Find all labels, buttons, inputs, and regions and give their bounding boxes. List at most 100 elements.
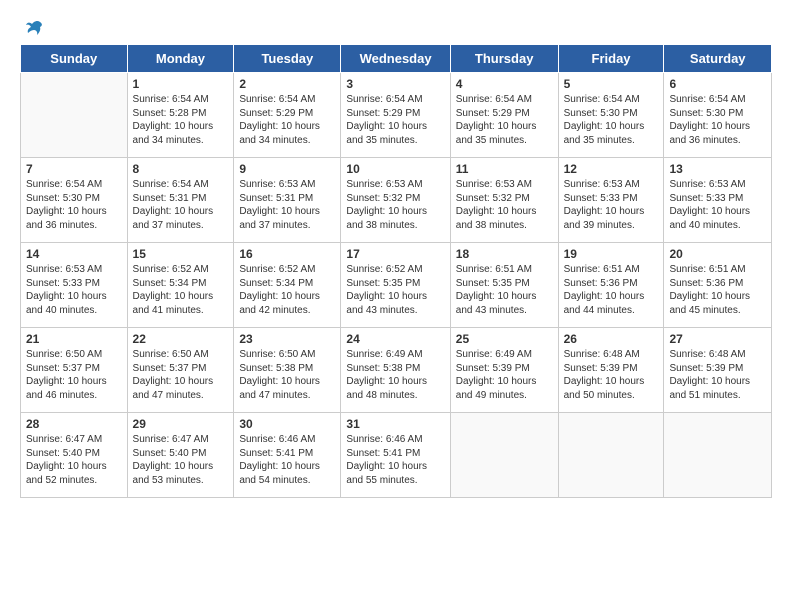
day-info: Sunrise: 6:53 AMSunset: 5:33 PMDaylight:… xyxy=(669,178,766,232)
calendar-header-sunday: Sunday xyxy=(21,45,128,73)
calendar-week-5: 28 Sunrise: 6:47 AMSunset: 5:40 PMDayligh… xyxy=(21,413,772,498)
day-info: Sunrise: 6:50 AMSunset: 5:37 PMDaylight:… xyxy=(26,348,122,402)
day-number: 11 xyxy=(456,162,553,176)
day-info: Sunrise: 6:54 AMSunset: 5:30 PMDaylight:… xyxy=(564,93,659,147)
day-info: Sunrise: 6:50 AMSunset: 5:38 PMDaylight:… xyxy=(239,348,335,402)
day-info: Sunrise: 6:49 AMSunset: 5:39 PMDaylight:… xyxy=(456,348,553,402)
calendar-cell: 27 Sunrise: 6:48 AMSunset: 5:39 PMDayligh… xyxy=(664,328,772,413)
day-info: Sunrise: 6:54 AMSunset: 5:30 PMDaylight:… xyxy=(26,178,122,232)
day-number: 28 xyxy=(26,417,122,431)
calendar-body: 1 Sunrise: 6:54 AMSunset: 5:28 PMDaylight… xyxy=(21,73,772,498)
calendar-header-wednesday: Wednesday xyxy=(341,45,450,73)
calendar-cell: 19Sunrise: 6:51 AMSunset: 5:36 PMDayligh… xyxy=(558,243,664,328)
day-info: Sunrise: 6:49 AMSunset: 5:38 PMDaylight:… xyxy=(346,348,444,402)
day-number: 7 xyxy=(26,162,122,176)
page-container: SundayMondayTuesdayWednesdayThursdayFrid… xyxy=(0,0,792,508)
day-info: Sunrise: 6:54 AMSunset: 5:29 PMDaylight:… xyxy=(239,93,335,147)
day-info: Sunrise: 6:51 AMSunset: 5:36 PMDaylight:… xyxy=(669,263,766,317)
day-number: 23 xyxy=(239,332,335,346)
calendar-table: SundayMondayTuesdayWednesdayThursdayFrid… xyxy=(20,44,772,498)
day-number: 9 xyxy=(239,162,335,176)
day-number: 13 xyxy=(669,162,766,176)
day-info: Sunrise: 6:53 AMSunset: 5:32 PMDaylight:… xyxy=(456,178,553,232)
calendar-cell: 28 Sunrise: 6:47 AMSunset: 5:40 PMDayligh… xyxy=(21,413,128,498)
calendar-cell: 25 Sunrise: 6:49 AMSunset: 5:39 PMDayligh… xyxy=(450,328,558,413)
day-info: Sunrise: 6:53 AMSunset: 5:31 PMDaylight:… xyxy=(239,178,335,232)
day-info: Sunrise: 6:46 AMSunset: 5:41 PMDaylight:… xyxy=(346,433,444,487)
calendar-cell: 23 Sunrise: 6:50 AMSunset: 5:38 PMDayligh… xyxy=(234,328,341,413)
day-info: Sunrise: 6:51 AMSunset: 5:35 PMDaylight:… xyxy=(456,263,553,317)
day-info: Sunrise: 6:48 AMSunset: 5:39 PMDaylight:… xyxy=(669,348,766,402)
calendar-cell: 4Sunrise: 6:54 AMSunset: 5:29 PMDaylight… xyxy=(450,73,558,158)
calendar-cell: 26 Sunrise: 6:48 AMSunset: 5:39 PMDayligh… xyxy=(558,328,664,413)
calendar-cell: 20 Sunrise: 6:51 AMSunset: 5:36 PMDayligh… xyxy=(664,243,772,328)
day-number: 3 xyxy=(346,77,444,91)
day-number: 24 xyxy=(346,332,444,346)
calendar-cell xyxy=(664,413,772,498)
day-info: Sunrise: 6:53 AMSunset: 5:32 PMDaylight:… xyxy=(346,178,444,232)
calendar-cell: 2 Sunrise: 6:54 AMSunset: 5:29 PMDaylight… xyxy=(234,73,341,158)
calendar-cell: 9 Sunrise: 6:53 AMSunset: 5:31 PMDaylight… xyxy=(234,158,341,243)
day-info: Sunrise: 6:47 AMSunset: 5:40 PMDaylight:… xyxy=(133,433,229,487)
calendar-cell: 11 Sunrise: 6:53 AMSunset: 5:32 PMDayligh… xyxy=(450,158,558,243)
day-info: Sunrise: 6:54 AMSunset: 5:28 PMDaylight:… xyxy=(133,93,229,147)
day-number: 29 xyxy=(133,417,229,431)
calendar-cell: 21 Sunrise: 6:50 AMSunset: 5:37 PMDayligh… xyxy=(21,328,128,413)
calendar-cell xyxy=(21,73,128,158)
day-info: Sunrise: 6:54 AMSunset: 5:30 PMDaylight:… xyxy=(669,93,766,147)
day-info: Sunrise: 6:52 AMSunset: 5:34 PMDaylight:… xyxy=(239,263,335,317)
day-number: 2 xyxy=(239,77,335,91)
calendar-cell: 18 Sunrise: 6:51 AMSunset: 5:35 PMDayligh… xyxy=(450,243,558,328)
calendar-header-saturday: Saturday xyxy=(664,45,772,73)
day-number: 14 xyxy=(26,247,122,261)
day-number: 20 xyxy=(669,247,766,261)
logo-bird-icon xyxy=(22,18,44,40)
day-number: 4 xyxy=(456,77,553,91)
day-number: 27 xyxy=(669,332,766,346)
day-info: Sunrise: 6:48 AMSunset: 5:39 PMDaylight:… xyxy=(564,348,659,402)
calendar-cell xyxy=(558,413,664,498)
day-info: Sunrise: 6:46 AMSunset: 5:41 PMDaylight:… xyxy=(239,433,335,487)
day-number: 25 xyxy=(456,332,553,346)
calendar-cell: 15Sunrise: 6:52 AMSunset: 5:34 PMDayligh… xyxy=(127,243,234,328)
calendar-cell: 12 Sunrise: 6:53 AMSunset: 5:33 PMDayligh… xyxy=(558,158,664,243)
calendar-week-1: 1 Sunrise: 6:54 AMSunset: 5:28 PMDaylight… xyxy=(21,73,772,158)
day-info: Sunrise: 6:47 AMSunset: 5:40 PMDaylight:… xyxy=(26,433,122,487)
day-number: 31 xyxy=(346,417,444,431)
calendar-cell: 3 Sunrise: 6:54 AMSunset: 5:29 PMDaylight… xyxy=(341,73,450,158)
calendar-week-3: 14 Sunrise: 6:53 AMSunset: 5:33 PMDayligh… xyxy=(21,243,772,328)
calendar-header-tuesday: Tuesday xyxy=(234,45,341,73)
day-number: 5 xyxy=(564,77,659,91)
day-number: 6 xyxy=(669,77,766,91)
day-info: Sunrise: 6:53 AMSunset: 5:33 PMDaylight:… xyxy=(564,178,659,232)
day-number: 10 xyxy=(346,162,444,176)
calendar-cell: 7 Sunrise: 6:54 AMSunset: 5:30 PMDaylight… xyxy=(21,158,128,243)
day-info: Sunrise: 6:54 AMSunset: 5:31 PMDaylight:… xyxy=(133,178,229,232)
day-number: 12 xyxy=(564,162,659,176)
day-info: Sunrise: 6:50 AMSunset: 5:37 PMDaylight:… xyxy=(133,348,229,402)
day-number: 1 xyxy=(133,77,229,91)
day-info: Sunrise: 6:52 AMSunset: 5:34 PMDaylight:… xyxy=(133,263,229,317)
calendar-header-thursday: Thursday xyxy=(450,45,558,73)
day-number: 19 xyxy=(564,247,659,261)
calendar-cell: 30 Sunrise: 6:46 AMSunset: 5:41 PMDayligh… xyxy=(234,413,341,498)
day-number: 26 xyxy=(564,332,659,346)
logo xyxy=(20,20,44,36)
calendar-week-2: 7 Sunrise: 6:54 AMSunset: 5:30 PMDaylight… xyxy=(21,158,772,243)
day-number: 30 xyxy=(239,417,335,431)
day-info: Sunrise: 6:53 AMSunset: 5:33 PMDaylight:… xyxy=(26,263,122,317)
calendar-cell: 31 Sunrise: 6:46 AMSunset: 5:41 PMDayligh… xyxy=(341,413,450,498)
calendar-cell: 1 Sunrise: 6:54 AMSunset: 5:28 PMDaylight… xyxy=(127,73,234,158)
day-number: 21 xyxy=(26,332,122,346)
day-info: Sunrise: 6:54 AMSunset: 5:29 PMDaylight:… xyxy=(346,93,444,147)
calendar-header-monday: Monday xyxy=(127,45,234,73)
day-info: Sunrise: 6:52 AMSunset: 5:35 PMDaylight:… xyxy=(346,263,444,317)
day-number: 18 xyxy=(456,247,553,261)
day-number: 22 xyxy=(133,332,229,346)
calendar-cell: 6 Sunrise: 6:54 AMSunset: 5:30 PMDaylight… xyxy=(664,73,772,158)
calendar-cell: 14 Sunrise: 6:53 AMSunset: 5:33 PMDayligh… xyxy=(21,243,128,328)
day-number: 17 xyxy=(346,247,444,261)
calendar-cell: 13 Sunrise: 6:53 AMSunset: 5:33 PMDayligh… xyxy=(664,158,772,243)
calendar-cell: 24 Sunrise: 6:49 AMSunset: 5:38 PMDayligh… xyxy=(341,328,450,413)
calendar-cell: 5 Sunrise: 6:54 AMSunset: 5:30 PMDaylight… xyxy=(558,73,664,158)
